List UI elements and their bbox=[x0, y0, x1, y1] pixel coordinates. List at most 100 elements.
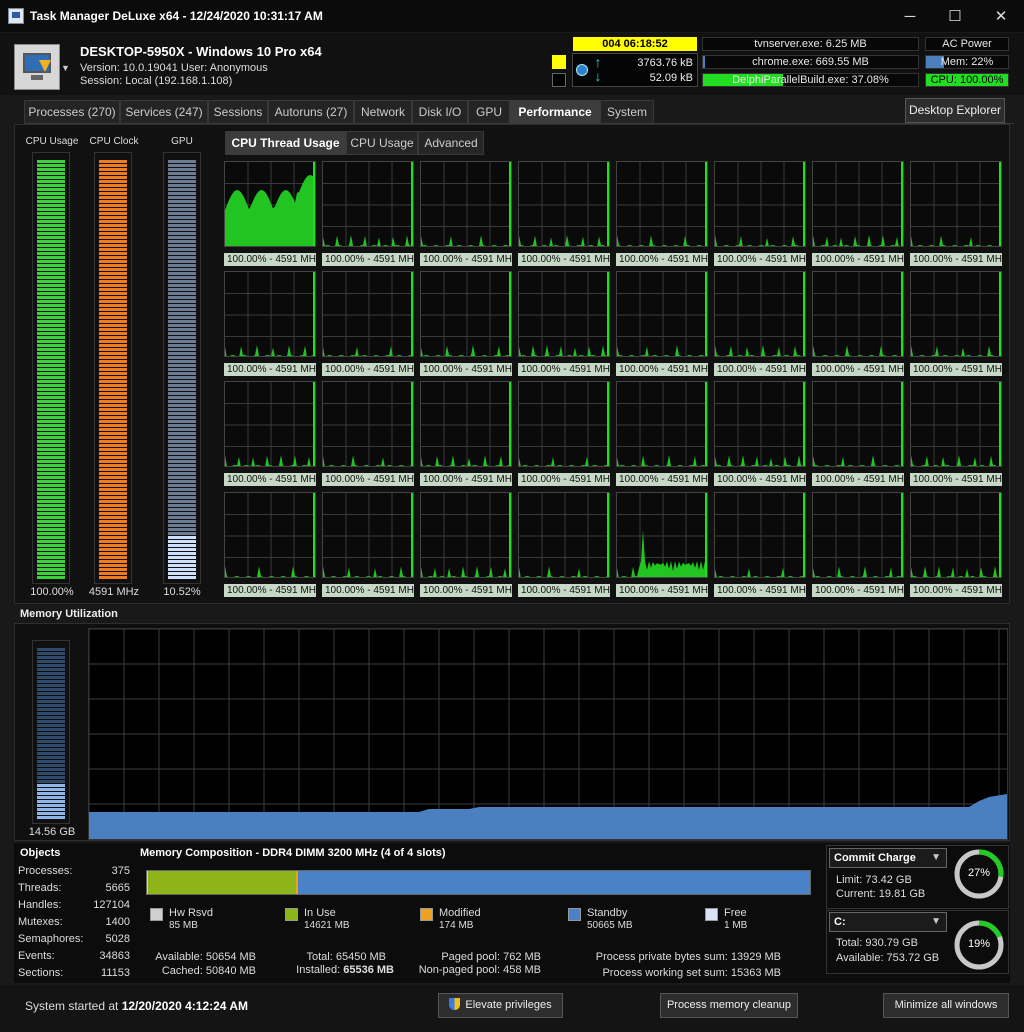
gauge-segment bbox=[37, 484, 65, 487]
gauge-segment bbox=[37, 508, 65, 511]
cpu-thread-caption: 100.00% - 4591 MHz bbox=[224, 253, 316, 266]
gauge-segment bbox=[99, 308, 127, 311]
tab-autoruns[interactable]: Autoruns (27) bbox=[268, 100, 354, 124]
legend-swatch bbox=[568, 908, 581, 921]
gauge-segment bbox=[99, 236, 127, 239]
title-bar[interactable]: Task Manager DeLuxe x64 - 12/24/2020 10:… bbox=[0, 0, 1024, 32]
object-count-row: Threads: 5665 bbox=[18, 882, 130, 894]
gauge-segment bbox=[168, 204, 196, 207]
close-button[interactable]: ✕ bbox=[978, 0, 1024, 32]
gauge-segment bbox=[168, 472, 196, 475]
gauge-segment bbox=[99, 356, 127, 359]
gauge-segment bbox=[168, 568, 196, 571]
memory-history-graph bbox=[88, 628, 1007, 839]
gauge-segment bbox=[37, 720, 65, 723]
commit-charge-select[interactable]: Commit Charge ▼ bbox=[829, 848, 947, 868]
gauge-segment bbox=[168, 184, 196, 187]
gauge-segment bbox=[168, 388, 196, 391]
gauge-segment bbox=[168, 520, 196, 523]
gauge-segment bbox=[99, 380, 127, 383]
gauge-segment bbox=[168, 448, 196, 451]
gauge-segment bbox=[99, 180, 127, 183]
top-memory-process-2: chrome.exe: 669.55 MB bbox=[702, 55, 919, 69]
gauge-segment bbox=[99, 548, 127, 551]
subtab-cpu-thread-usage[interactable]: CPU Thread Usage bbox=[225, 131, 346, 155]
tab-services[interactable]: Services (247) bbox=[120, 100, 208, 124]
gauge-segment bbox=[99, 268, 127, 271]
computer-icon[interactable] bbox=[14, 44, 60, 90]
tab-disk-io[interactable]: Disk I/O bbox=[412, 100, 468, 124]
gauge-segment bbox=[168, 300, 196, 303]
gauge-segment bbox=[37, 312, 65, 315]
gauge-segment bbox=[168, 412, 196, 415]
thread-graph-svg bbox=[323, 162, 413, 246]
subtab-cpu-usage[interactable]: CPU Usage bbox=[346, 131, 418, 155]
cpu-thread-graph bbox=[322, 381, 414, 467]
minimize-all-windows-button[interactable]: Minimize all windows bbox=[883, 993, 1009, 1018]
legend-value: 1 MB bbox=[724, 920, 748, 931]
gauge-segment bbox=[37, 360, 65, 363]
cpu-thread-caption: 100.00% - 4591 MHz bbox=[224, 363, 316, 376]
cpu-thread-graph bbox=[812, 271, 904, 357]
gauge-segment bbox=[37, 448, 65, 451]
cpu-thread-graph bbox=[910, 492, 1002, 578]
object-count-row: Handles: 127104 bbox=[18, 899, 130, 911]
process-working-set: Process working set sum: 15363 MB bbox=[602, 967, 781, 979]
gauge-segment bbox=[168, 296, 196, 299]
cpu-thread-graph bbox=[518, 492, 610, 578]
cpu-usage-gauge bbox=[32, 152, 70, 584]
gauge-segment bbox=[168, 168, 196, 171]
cpu-thread-graph bbox=[420, 381, 512, 467]
gauge-segment bbox=[37, 816, 65, 819]
cpu-thread-graph bbox=[812, 381, 904, 467]
thread-graph-svg bbox=[911, 162, 1001, 246]
gauge-segment bbox=[99, 320, 127, 323]
gauge-segment bbox=[37, 416, 65, 419]
tab-gpu[interactable]: GPU bbox=[468, 100, 510, 124]
object-value: 5028 bbox=[105, 933, 130, 945]
gauge-segment bbox=[99, 352, 127, 355]
gauge-segment bbox=[168, 200, 196, 203]
legend-swatch bbox=[285, 908, 298, 921]
gauge-segment bbox=[168, 492, 196, 495]
tab-system[interactable]: System bbox=[600, 100, 654, 124]
chevron-down-icon[interactable]: ▼ bbox=[61, 63, 73, 75]
process-memory-cleanup-button[interactable]: Process memory cleanup bbox=[660, 993, 798, 1018]
gauge-segment bbox=[99, 504, 127, 507]
drive-select[interactable]: C: ▼ bbox=[829, 912, 947, 932]
desktop-explorer-button[interactable]: Desktop Explorer bbox=[905, 98, 1005, 123]
elevate-privileges-button[interactable]: Elevate privileges bbox=[438, 993, 563, 1018]
gauge-segment bbox=[99, 220, 127, 223]
gauge-segment bbox=[99, 384, 127, 387]
object-value: 127104 bbox=[93, 899, 130, 911]
gauge-segment bbox=[99, 188, 127, 191]
maximize-button[interactable]: ☐ bbox=[932, 0, 978, 32]
tab-sessions[interactable]: Sessions bbox=[208, 100, 268, 124]
gauge-segment bbox=[168, 196, 196, 199]
gauge-segment bbox=[37, 400, 65, 403]
gauge-segment bbox=[99, 544, 127, 547]
gauge-segment bbox=[37, 492, 65, 495]
subtab-advanced[interactable]: Advanced bbox=[418, 131, 484, 155]
tab-performance[interactable]: Performance bbox=[510, 100, 600, 124]
minimize-button[interactable]: ─ bbox=[887, 0, 933, 32]
thread-graph-svg bbox=[617, 272, 707, 356]
gauge-segment bbox=[37, 788, 65, 791]
gauge-segment bbox=[168, 360, 196, 363]
cpu-usage-label: CPU: 100.00% bbox=[930, 74, 1004, 86]
installed-memory: Installed: 65536 MB bbox=[276, 964, 394, 976]
top-process-label: chrome.exe: 669.55 MB bbox=[752, 56, 869, 68]
tab-network[interactable]: Network bbox=[354, 100, 412, 124]
gauge-segment bbox=[99, 560, 127, 563]
memory-utilization-title: Memory Utilization bbox=[20, 608, 118, 620]
gauge-segment bbox=[37, 384, 65, 387]
cpu-thread-caption: 100.00% - 4591 MHz bbox=[714, 584, 806, 597]
gauge-segment bbox=[37, 772, 65, 775]
gauge-segment bbox=[99, 512, 127, 515]
thread-graph-svg bbox=[715, 382, 805, 466]
tab-processes[interactable]: Processes (270) bbox=[24, 100, 120, 124]
object-value: 1400 bbox=[105, 916, 130, 928]
gauge-segment bbox=[37, 224, 65, 227]
cpu-thread-graph bbox=[616, 381, 708, 467]
gauge-segment bbox=[37, 780, 65, 783]
